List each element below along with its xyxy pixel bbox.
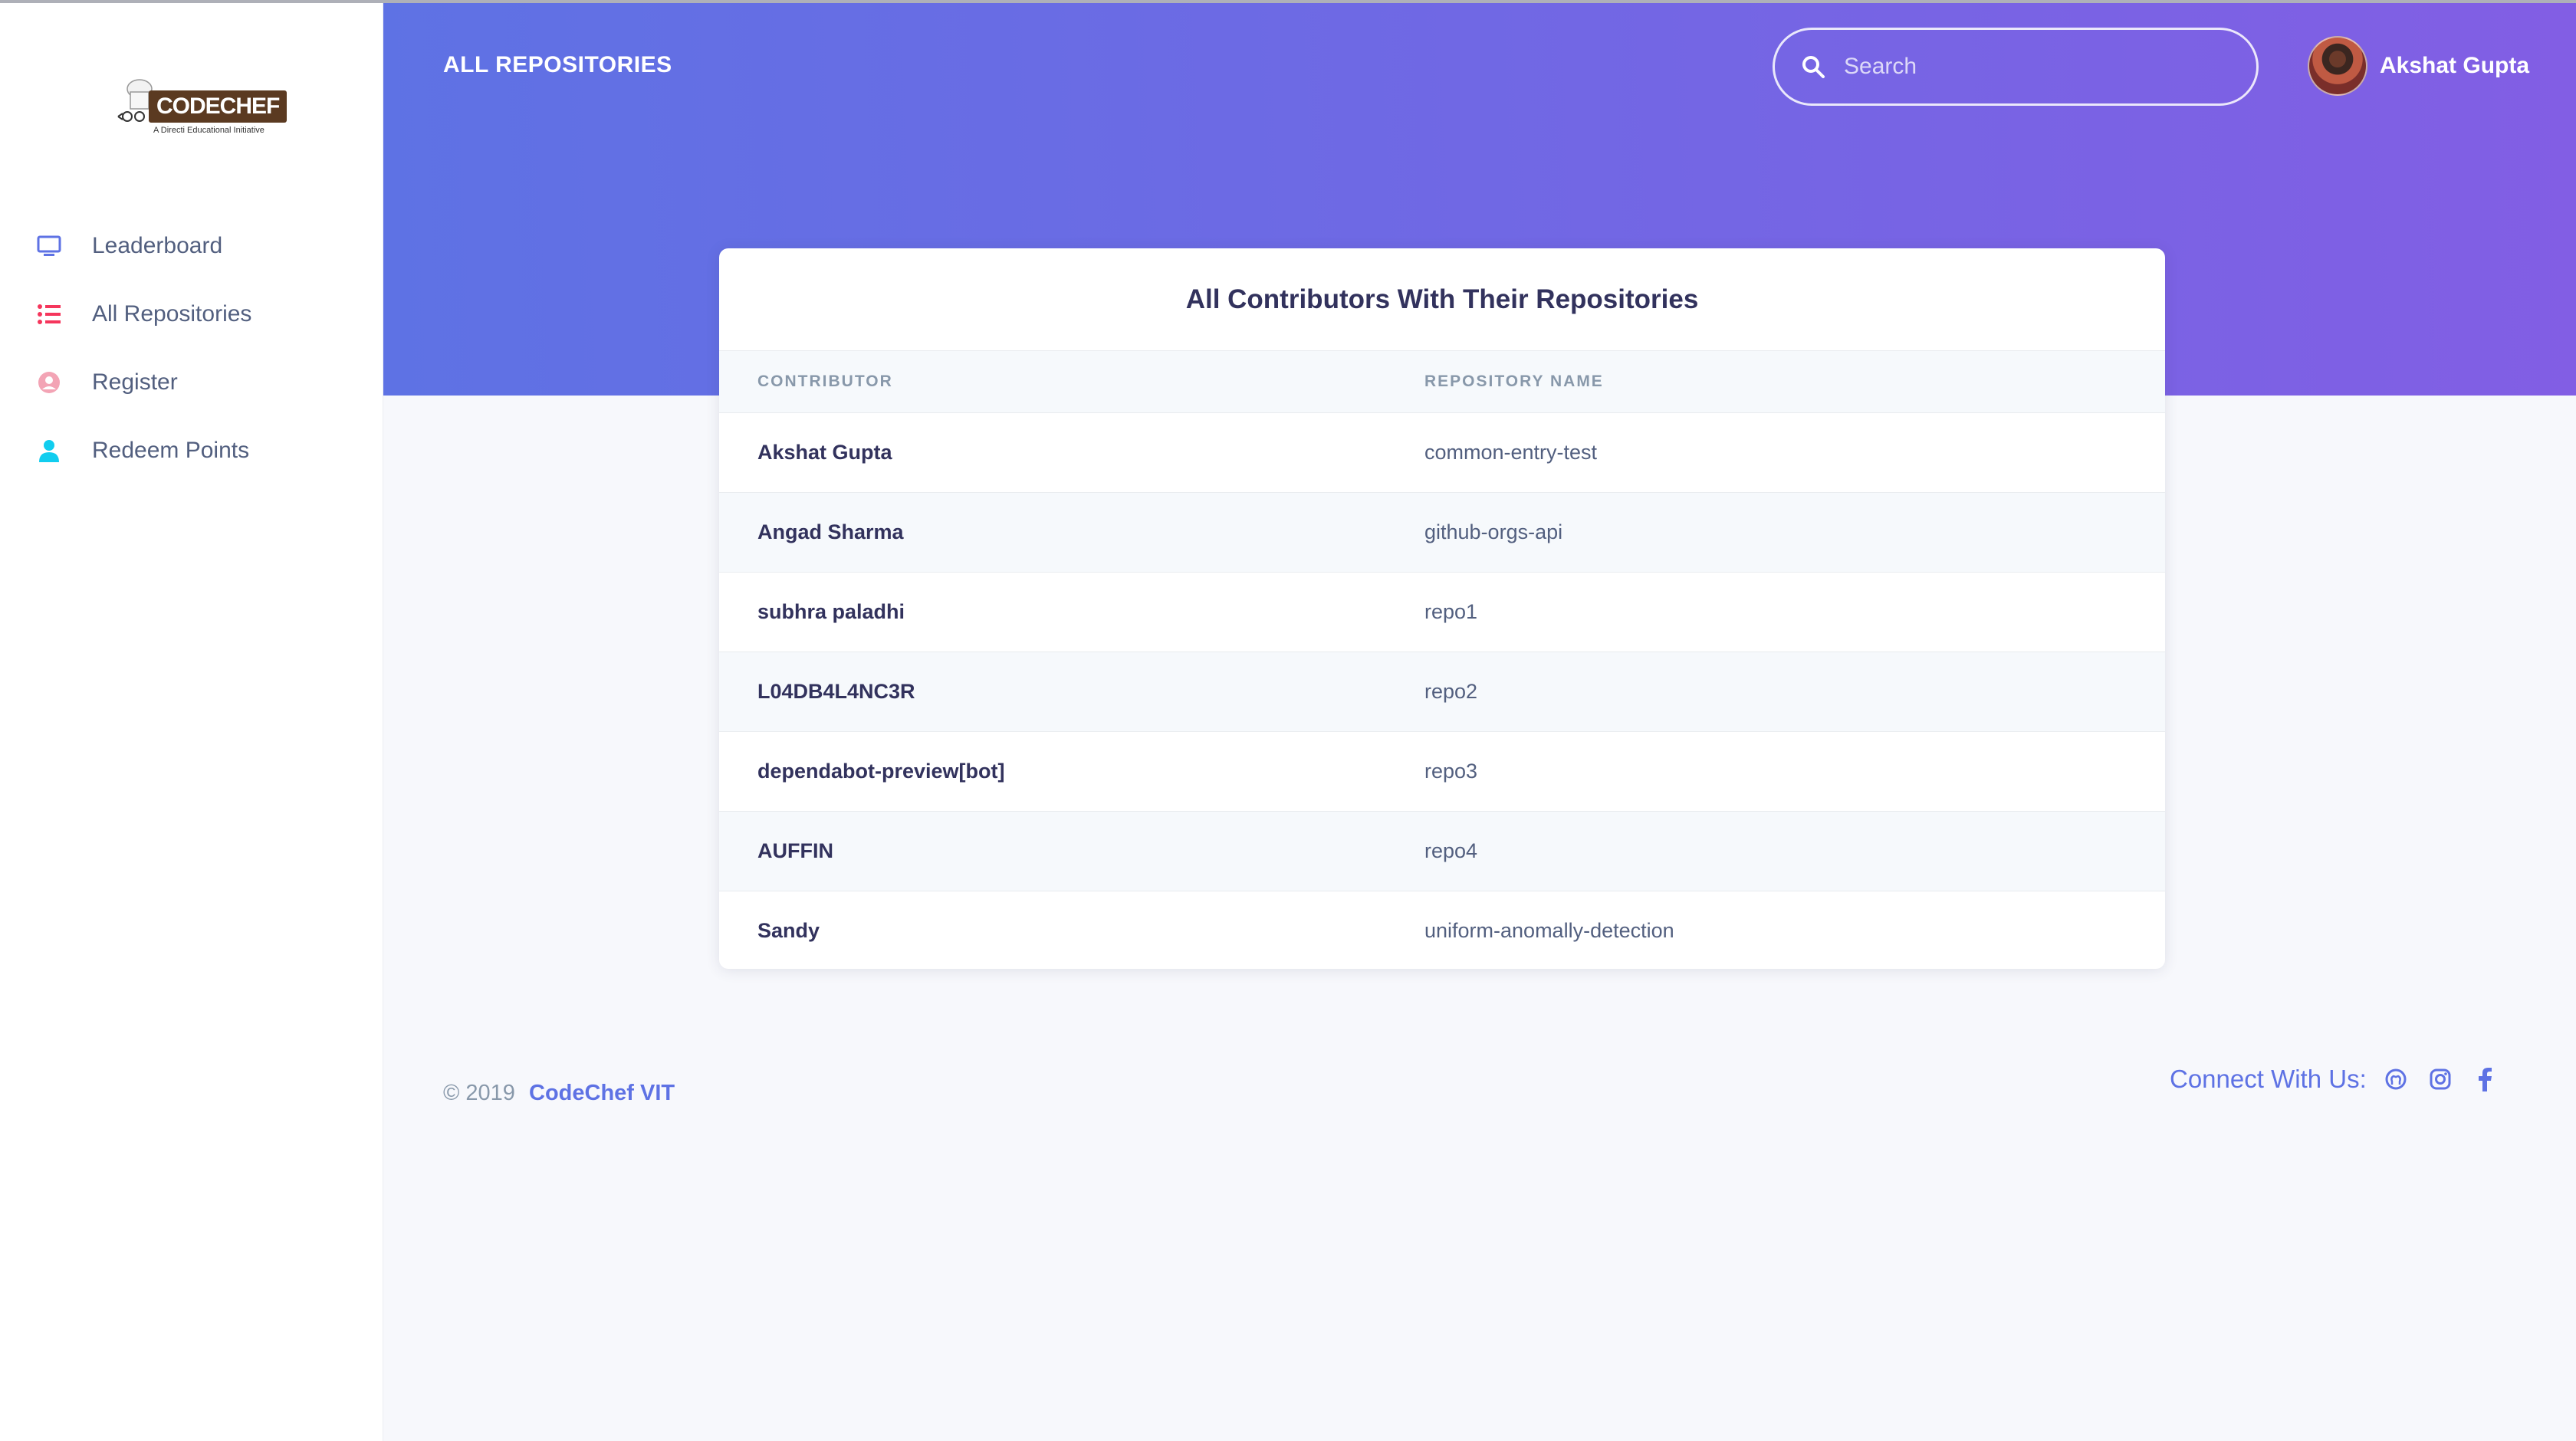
instagram-icon[interactable] <box>2425 1064 2456 1095</box>
repository-cell: repo4 <box>1424 811 2165 891</box>
github-icon[interactable] <box>2380 1064 2411 1095</box>
person-icon <box>37 438 61 463</box>
contributor-cell: subhra paladhi <box>719 572 1424 652</box>
table-header-row: CONTRIBUTOR REPOSITORY NAME <box>719 351 2165 413</box>
contributor-cell: Sandy <box>757 918 820 942</box>
contributor-cell: AUFFIN <box>719 811 1424 891</box>
user-circle-icon <box>37 370 61 395</box>
column-header-repository: REPOSITORY NAME <box>1424 351 2165 413</box>
sidebar-item-label: Leaderboard <box>92 232 223 258</box>
sidebar-item-label: Register <box>92 369 178 395</box>
repository-cell: repo2 <box>1424 652 2165 732</box>
logo-tagline: A Directi Educational Initiative <box>153 126 264 135</box>
table-row: Akshat Gupta common-entry-test <box>719 412 2165 493</box>
search-input[interactable] <box>1844 54 2242 80</box>
top-border <box>0 0 2576 3</box>
search-box[interactable] <box>1773 28 2259 106</box>
table-row: AUFFIN repo4 <box>719 811 2165 891</box>
contributor-cell: Angad Sharma <box>719 492 1424 573</box>
footer-social: Connect With Us: <box>2170 1064 2500 1095</box>
column-header-contributor: CONTRIBUTOR <box>719 351 1424 413</box>
repository-cell: repo3 <box>1424 731 2165 812</box>
copyright-text: © 2019 <box>443 1081 515 1105</box>
card-title: All Contributors With Their Repositories <box>719 248 2165 351</box>
repository-cell: uniform-anomally-detection <box>1424 918 1674 942</box>
contributor-cell: Akshat Gupta <box>719 412 1424 493</box>
sidebar-item-redeem-points[interactable]: Redeem Points <box>0 416 383 484</box>
footer-copyright: © 2019 CodeChef VIT <box>443 1081 675 1106</box>
sidebar-item-all-repositories[interactable]: All Repositories <box>0 280 383 348</box>
repository-cell: repo1 <box>1424 572 2165 652</box>
codechef-vit-link[interactable]: CodeChef VIT <box>529 1081 675 1105</box>
monitor-icon <box>37 234 61 258</box>
avatar <box>2308 36 2367 96</box>
table-row: Sandy uniform-anomally-detection <box>719 891 2165 969</box>
sidebar: CODECHEF A Directi Educational Initiativ… <box>0 3 383 1441</box>
page-title: ALL REPOSITORIES <box>443 52 672 77</box>
contributors-table: CONTRIBUTOR REPOSITORY NAME Akshat Gupta… <box>719 351 2165 969</box>
contributors-card: All Contributors With Their Repositories… <box>719 248 2165 969</box>
sidebar-item-leaderboard[interactable]: Leaderboard <box>0 212 383 280</box>
table-row: L04DB4L4NC3R repo2 <box>719 652 2165 732</box>
repository-cell: common-entry-test <box>1424 412 2165 493</box>
connect-label: Connect With Us: <box>2170 1065 2367 1093</box>
user-menu[interactable]: Akshat Gupta <box>2308 34 2529 98</box>
contributor-cell: L04DB4L4NC3R <box>719 652 1424 732</box>
table-row: dependabot-preview[bot] repo3 <box>719 731 2165 812</box>
table-row: Angad Sharma github-orgs-api <box>719 492 2165 573</box>
sidebar-item-register[interactable]: Register <box>0 348 383 416</box>
sidebar-nav: Leaderboard All Repositories Register Re… <box>0 212 383 484</box>
codechef-logo[interactable]: CODECHEF A Directi Educational Initiativ… <box>115 74 288 140</box>
sidebar-item-label: All Repositories <box>92 300 252 327</box>
search-icon <box>1802 56 1825 78</box>
table-row: subhra paladhi repo1 <box>719 572 2165 652</box>
facebook-icon[interactable] <box>2469 1064 2500 1095</box>
repository-cell: github-orgs-api <box>1424 492 2165 573</box>
list-icon <box>37 302 61 327</box>
user-name: Akshat Gupta <box>2380 53 2530 78</box>
logo-wordmark: CODECHEF <box>149 90 288 123</box>
sidebar-item-label: Redeem Points <box>92 437 250 463</box>
contributor-cell: dependabot-preview[bot] <box>719 731 1424 812</box>
